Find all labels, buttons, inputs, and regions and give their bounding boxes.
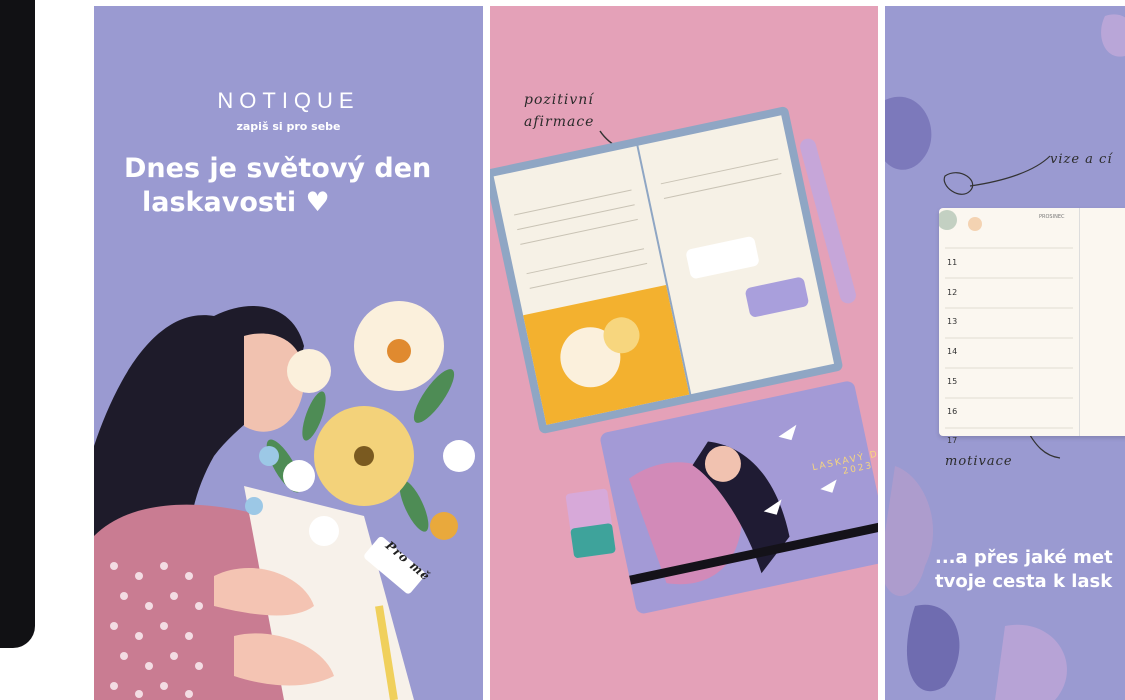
headline-line-1: Dnes je světový den xyxy=(124,153,432,184)
open-planner-photo xyxy=(490,106,878,614)
headline-line-2: laskavosti ♥ xyxy=(142,187,330,218)
kindness-day-post-panel: NOTIQUE zapiš si pro sebe Dnes je světov… xyxy=(94,6,483,700)
annotation-vision: vize a cí xyxy=(1050,152,1113,167)
caption-line-1: ...a přes jaké met xyxy=(935,547,1113,568)
planner-rules xyxy=(939,210,1073,429)
annotation-motivation: motivace xyxy=(945,454,1013,469)
panel-3-caption: ...a přes jaké met tvoje cesta k lask xyxy=(935,546,1125,594)
brand-name: NOTIQUE xyxy=(217,88,360,113)
weekly-planner-panel: vize a cí motivace PROSINEC 11 12 13 14 … xyxy=(885,6,1125,700)
dark-side-strip xyxy=(0,0,35,648)
woman-with-bouquet-illustration xyxy=(94,301,475,700)
planner-spread: PROSINEC 11 12 13 14 15 16 17 xyxy=(939,208,1125,445)
planner-photo-panel: pozitivní afirmace LASKAVÝ DIÁŘ 2023 xyxy=(490,6,878,700)
headline: Dnes je světový den laskavosti ♥ xyxy=(124,152,464,220)
caption-line-2: tvoje cesta k lask xyxy=(935,571,1113,592)
brand-tagline: zapiš si pro sebe xyxy=(236,120,341,133)
planner-left-page: PROSINEC 11 12 13 14 15 16 17 xyxy=(939,208,1080,445)
